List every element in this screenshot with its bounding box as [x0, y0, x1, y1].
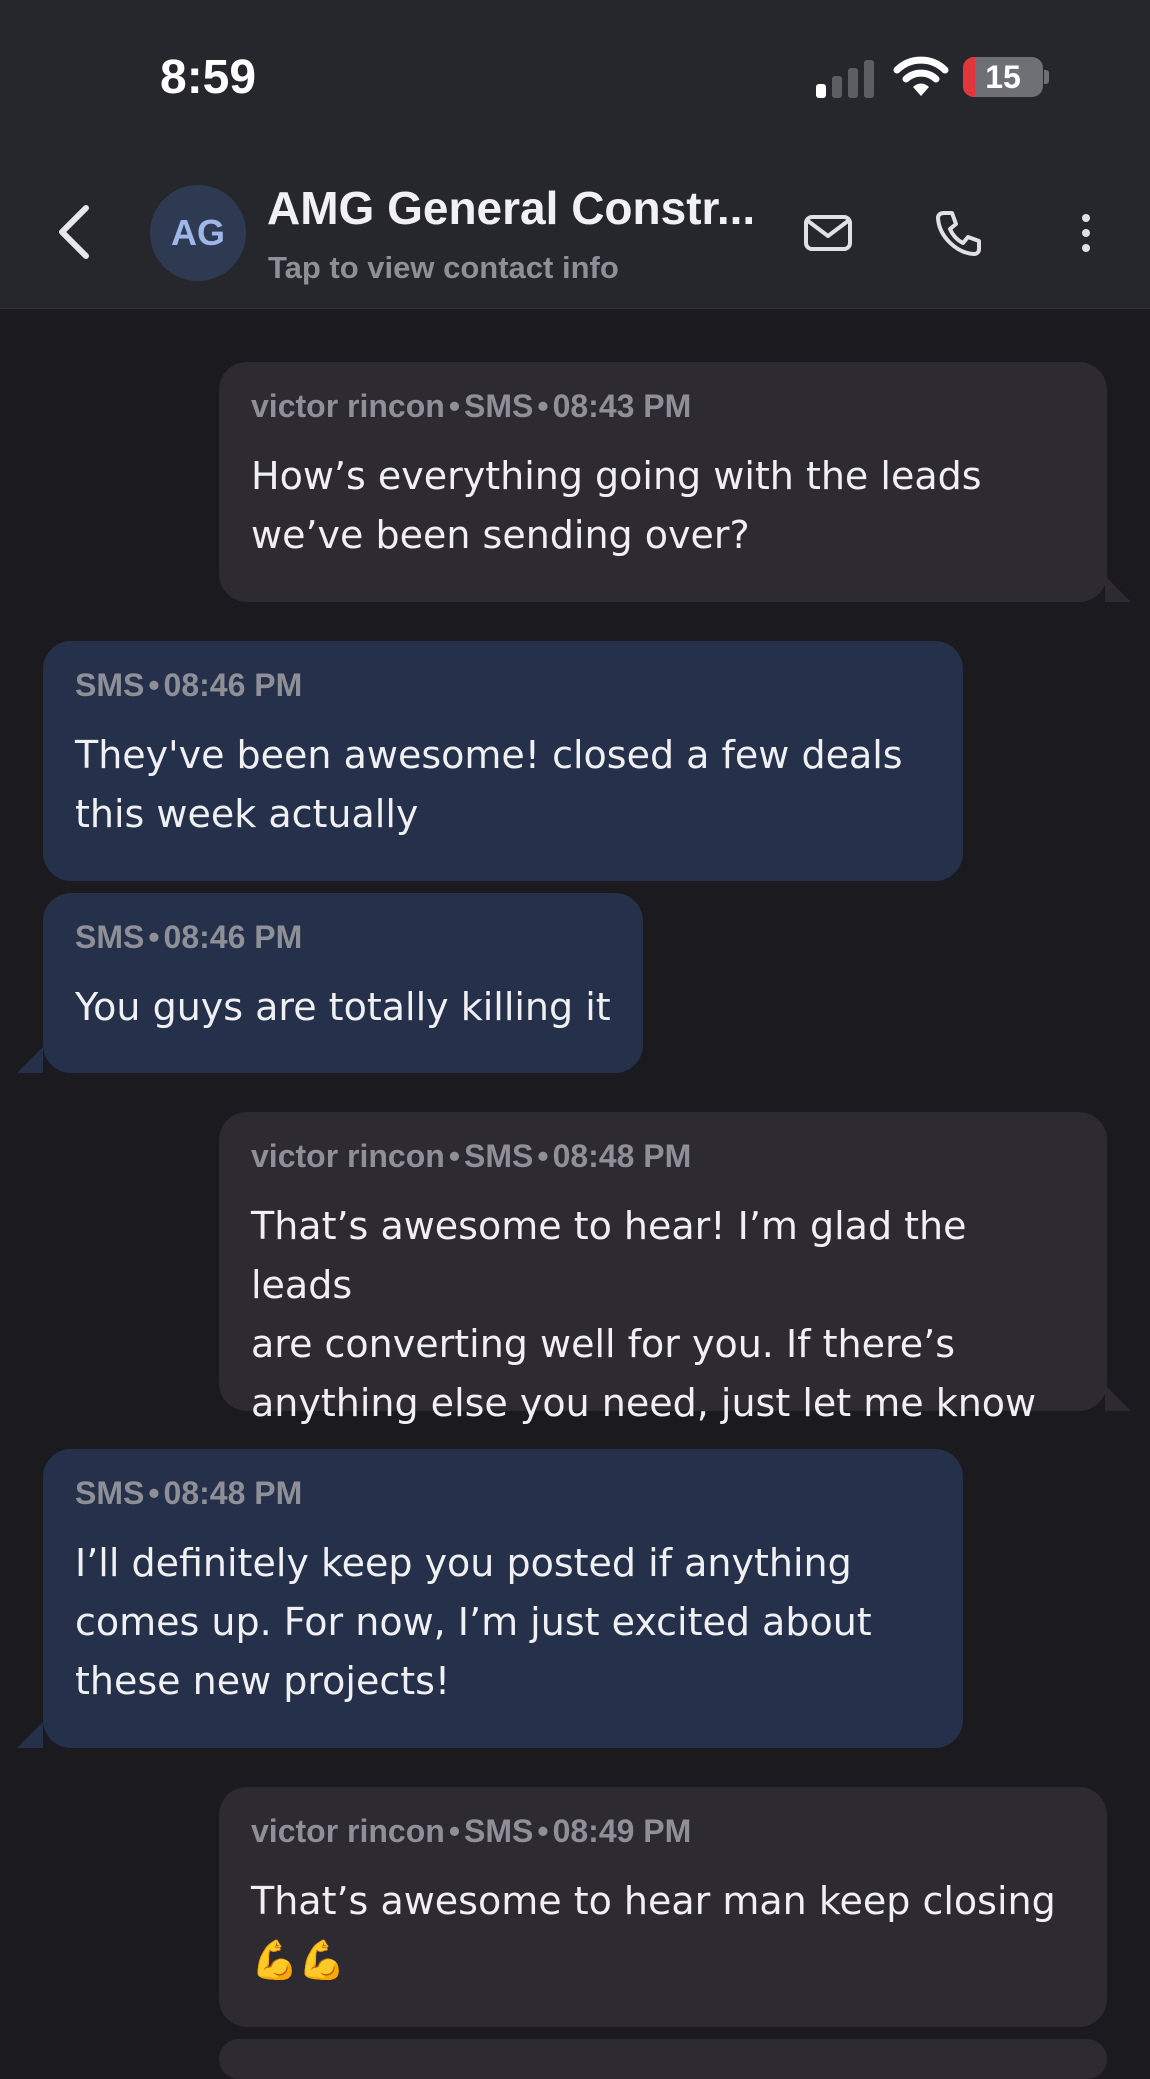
message-meta: SMS • 08:46 PM	[75, 667, 303, 703]
status-time: 8:59	[160, 51, 257, 104]
bubble-tail	[17, 1722, 43, 1748]
battery-tip	[1044, 70, 1049, 84]
message-text: They've been awesome! closed a few deals…	[75, 733, 903, 836]
bubble-tail	[17, 1047, 43, 1073]
message-meta: victor rincon • SMS • 08:43 PM	[251, 388, 692, 424]
message-meta: SMS • 08:46 PM	[75, 919, 303, 955]
message-text: That’s awesome to hear! I’m glad the lea…	[251, 1204, 1037, 1425]
message-meta: victor rincon • SMS • 08:48 PM	[251, 1138, 692, 1174]
message-text: That’s awesome to hear man keep closing …	[251, 1879, 1056, 1982]
bubble-tail	[1105, 1385, 1131, 1411]
avatar[interactable]: AG	[150, 185, 246, 281]
message-text: How’s everything going with the leads we…	[251, 454, 982, 557]
message-bubble-outgoing[interactable]: victor rincon • SMS • 08:49 PM That’s awesom…	[219, 1787, 1107, 2027]
message-bubble-outgoing[interactable]: victor rincon • SMS • 08:43 PM How’s everyth…	[219, 362, 1107, 602]
message-text: You guys are totally killing it	[75, 985, 611, 1029]
bubble-tail	[1105, 576, 1131, 602]
conversation-header: 8:59 15 AG AMG General Constr... Tap to …	[0, 0, 1150, 309]
phone-icon[interactable]	[930, 205, 986, 261]
battery-icon: 15	[963, 57, 1043, 97]
message-meta: victor rincon • SMS • 08:49 PM	[251, 1813, 692, 1849]
cellular-signal-icon	[816, 60, 874, 98]
chevron-left-icon[interactable]	[52, 202, 96, 262]
message-bubble-incoming[interactable]: SMS • 08:48 PM I’ll definitely keep you po…	[43, 1449, 963, 1748]
contact-info-hint[interactable]: Tap to view contact info	[268, 250, 619, 286]
mail-icon[interactable]	[800, 205, 856, 261]
battery-level: 15	[985, 58, 1021, 95]
message-bubble-outgoing[interactable]	[219, 2039, 1107, 2079]
contact-name[interactable]: AMG General Constr...	[267, 181, 755, 235]
message-bubble-incoming[interactable]: SMS • 08:46 PM They've been awesome! close…	[43, 641, 963, 881]
message-meta: SMS • 08:48 PM	[75, 1475, 303, 1511]
message-bubble-incoming[interactable]: SMS • 08:46 PM You guys are totally killin…	[43, 893, 643, 1073]
wifi-icon	[893, 56, 949, 96]
message-bubble-outgoing[interactable]: victor rincon • SMS • 08:48 PM That’s awesom…	[219, 1112, 1107, 1425]
message-text: I’ll definitely keep you posted if anyth…	[75, 1541, 872, 1703]
more-vertical-icon[interactable]	[1058, 205, 1114, 261]
